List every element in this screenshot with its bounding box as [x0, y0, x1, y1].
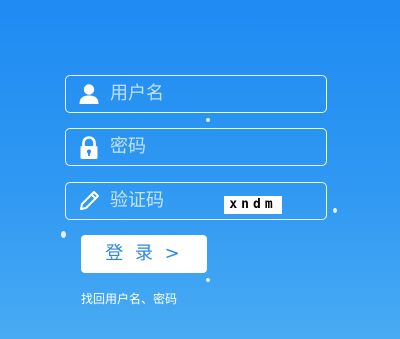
decorative-dot — [206, 118, 210, 122]
decorative-dot — [206, 278, 210, 282]
decorative-dot — [61, 231, 66, 238]
decorative-dot — [333, 208, 337, 213]
lock-icon — [78, 136, 100, 159]
captcha-image[interactable]: xndm — [224, 196, 282, 214]
password-input[interactable] — [110, 129, 260, 165]
forgot-credentials-link[interactable]: 找回用户名、密码 — [81, 290, 177, 307]
user-icon — [78, 83, 100, 105]
password-field[interactable] — [65, 128, 327, 166]
captcha-field[interactable]: xndm — [65, 182, 327, 220]
login-button[interactable]: 登 录 > — [81, 235, 207, 273]
username-field[interactable] — [65, 75, 327, 113]
username-input[interactable] — [110, 76, 260, 112]
pencil-icon — [78, 190, 100, 212]
